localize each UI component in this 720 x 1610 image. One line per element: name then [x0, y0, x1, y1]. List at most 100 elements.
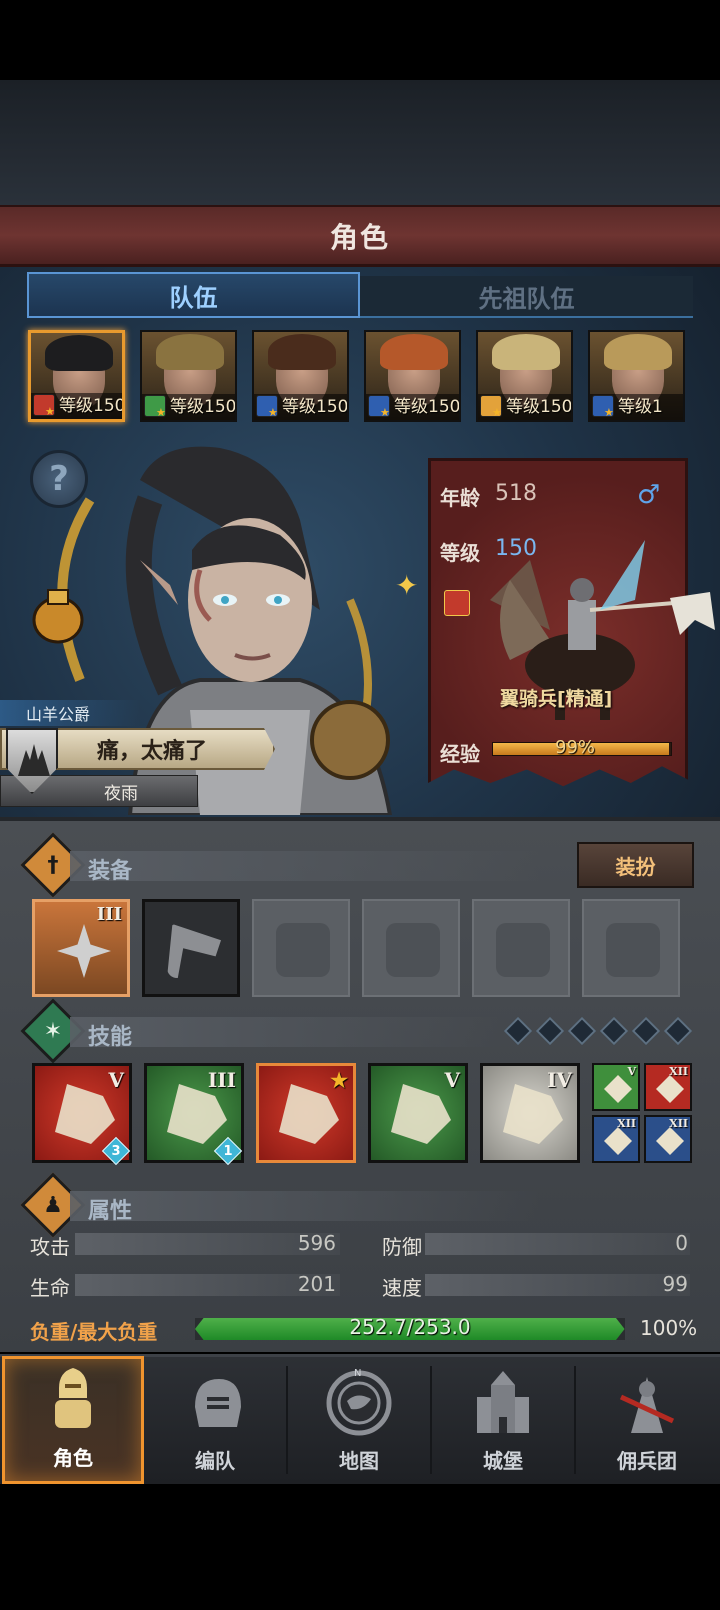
skill-tier: IV: [547, 1068, 572, 1092]
boots-icon: [496, 923, 550, 977]
star-icon: ★: [45, 405, 55, 418]
helmet-squad-icon: [195, 1379, 241, 1427]
nav-mercenary[interactable]: 佣兵团: [576, 1356, 718, 1484]
skill-slot-5[interactable]: IV: [480, 1063, 580, 1163]
nav-compass-map[interactable]: N 地图: [288, 1356, 430, 1484]
age-value: 518: [495, 481, 537, 506]
skill-level-value: 3: [111, 1143, 121, 1159]
star-icon: ★: [380, 406, 390, 419]
hero-hair: [380, 334, 448, 370]
knight-icon: [55, 1368, 91, 1428]
hero-title: 山羊公爵: [26, 705, 91, 724]
skill-tier: V: [627, 1065, 636, 1078]
load-percent: 100%: [640, 1316, 698, 1340]
male-icon: ♂: [637, 480, 661, 510]
spear-thrust-icon: [167, 1084, 227, 1144]
armor-icon: [386, 923, 440, 977]
equipment-slot-1[interactable]: III: [32, 899, 130, 997]
nav-label: 城堡: [483, 1449, 523, 1473]
party-level: 等级150: [394, 397, 461, 417]
svg-text:✦: ✦: [395, 569, 418, 602]
party-member-3[interactable]: ★ 等级150: [252, 330, 349, 422]
star-icon: ★: [268, 406, 278, 419]
fist-icon: [604, 1127, 632, 1155]
skill-tier: V: [444, 1068, 460, 1092]
equipment-rule: [70, 851, 540, 881]
hero-hair: [45, 335, 113, 371]
star-icon: ★: [492, 406, 502, 419]
nav-label: 角色: [53, 1446, 93, 1470]
sword-icon: [656, 1075, 684, 1103]
equipment-slot-2[interactable]: [142, 899, 240, 997]
party-member-1[interactable]: ★ 等级150: [28, 330, 125, 422]
party-member-5[interactable]: ★ 等级150: [476, 330, 573, 422]
helmet-icon: [276, 923, 330, 977]
hero-title-tag: 山羊公爵: [0, 700, 140, 726]
potion-icon: [32, 589, 84, 644]
dress-up-button[interactable]: 装扮: [577, 842, 694, 888]
unit-name: 翼骑兵[精通]: [500, 688, 613, 710]
party-member-4[interactable]: ★ 等级150: [364, 330, 461, 422]
skill-tier: XII: [617, 1117, 636, 1130]
equipment-slot-4[interactable]: [362, 899, 460, 997]
tab-ancestor-label: 先祖队伍: [478, 284, 575, 313]
page-title: 角色: [329, 220, 390, 254]
title-banner: 角色: [0, 205, 720, 267]
shield-crystal-icon: [503, 1084, 563, 1144]
nav-helmet-squad[interactable]: 编队: [144, 1356, 286, 1484]
hero-quote: 痛，太痛了: [97, 739, 208, 764]
passive-skill-1[interactable]: V: [592, 1063, 640, 1111]
party-level: 等级150: [506, 397, 573, 417]
nav-label: 编队: [195, 1449, 235, 1473]
ring-icon: [606, 923, 660, 977]
passive-skill-2[interactable]: XII: [644, 1063, 692, 1111]
hero-hair: [268, 334, 336, 370]
load-label: 负重/最大负重: [30, 1320, 158, 1344]
party-level: 等级150: [282, 397, 349, 417]
skill-tier: ★: [330, 1068, 348, 1092]
star-icon: ★: [156, 406, 166, 419]
skill-tier: V: [108, 1068, 124, 1092]
skill-level-value: 1: [223, 1143, 233, 1159]
load-value: 252.7/253.0: [349, 1315, 471, 1339]
equipment-slot-6[interactable]: [582, 899, 680, 997]
skill-tier: XII: [669, 1117, 688, 1130]
wing-icon: [656, 1127, 684, 1155]
star-icon: ★: [604, 406, 614, 419]
attributes-title: 属性: [88, 1199, 133, 1224]
attributes-rule: [70, 1191, 540, 1221]
tab-ancestor-team[interactable]: 先祖队伍: [360, 276, 693, 318]
skill-slot-4[interactable]: V: [368, 1063, 468, 1163]
party-member-6[interactable]: ★ 等级1: [588, 330, 685, 422]
exp-value: 99%: [555, 737, 596, 758]
equipment-slot-3[interactable]: [252, 899, 350, 997]
passive-skill-4[interactable]: XII: [644, 1115, 692, 1163]
health-value: 201: [297, 1272, 336, 1296]
svg-text:N: N: [354, 1368, 361, 1379]
health-label: 生命: [30, 1276, 70, 1300]
age-label: 年龄: [440, 486, 480, 510]
upper-background: [0, 80, 720, 205]
passive-skill-3[interactable]: XII: [592, 1115, 640, 1163]
nav-knight[interactable]: 角色: [2, 1356, 144, 1484]
defense-value: 0: [675, 1231, 688, 1255]
tier-label: III: [96, 904, 122, 925]
status-bar-area: [0, 0, 720, 80]
exp-label: 经验: [440, 742, 480, 766]
compass-map-icon: N: [326, 1368, 392, 1436]
sword-strike-icon: [55, 1084, 115, 1144]
hero-hair: [604, 334, 672, 370]
star-burst-icon: [604, 1075, 632, 1103]
crossed-blades-icon: [57, 924, 111, 978]
nav-castle[interactable]: 城堡: [432, 1356, 574, 1484]
equipment-slot-5[interactable]: [472, 899, 570, 997]
burst-icon: [391, 1084, 451, 1144]
castle-icon: [477, 1371, 529, 1433]
skills-rule: [70, 1017, 500, 1047]
nav-label: 地图: [339, 1449, 379, 1473]
hero-hair: [492, 334, 560, 370]
party-level: 等级1: [618, 397, 663, 417]
tab-team[interactable]: 队伍: [27, 272, 360, 318]
skill-slot-3[interactable]: ★: [256, 1063, 356, 1163]
party-member-2[interactable]: ★ 等级150: [140, 330, 237, 422]
